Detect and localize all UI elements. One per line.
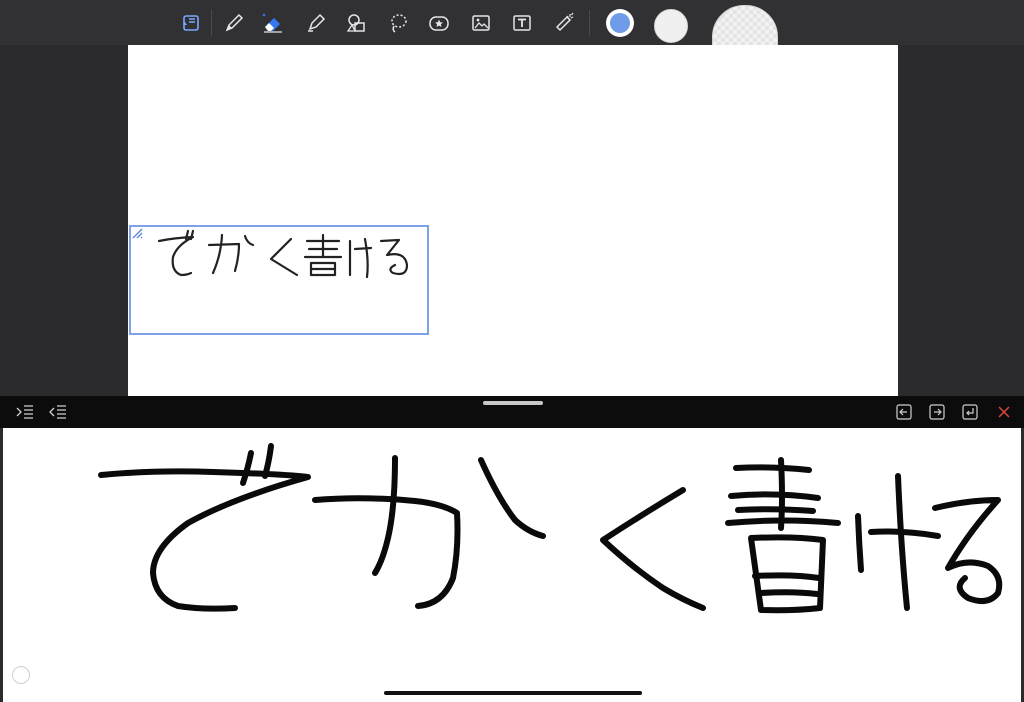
resize-handle-icon[interactable]	[131, 227, 143, 239]
text-box[interactable]	[129, 225, 429, 335]
color-swatch-selected[interactable]	[606, 9, 634, 37]
cursor-right-icon[interactable]	[928, 403, 946, 421]
text-box-ink	[157, 229, 409, 279]
laser-pointer-icon[interactable]	[549, 8, 579, 38]
close-icon[interactable]	[995, 403, 1013, 421]
handwriting-ink	[98, 443, 1003, 614]
color-swatch-fill	[610, 13, 630, 33]
home-indicator	[384, 691, 642, 695]
shapes-icon[interactable]	[342, 8, 372, 38]
document-page[interactable]	[128, 45, 898, 397]
sticker-icon[interactable]	[424, 8, 454, 38]
indent-icon[interactable]	[16, 403, 34, 421]
return-icon[interactable]	[961, 403, 979, 421]
cursor-left-icon[interactable]	[895, 403, 913, 421]
lasso-icon[interactable]	[383, 8, 413, 38]
toolbar	[0, 0, 1024, 47]
stroke-size-small[interactable]	[654, 9, 688, 43]
highlighter-icon[interactable]	[301, 8, 331, 38]
page-layout-icon[interactable]	[177, 8, 207, 38]
palm-rejection-toggle[interactable]	[12, 666, 30, 684]
panel-grabber[interactable]	[483, 401, 543, 405]
toolbar-divider	[211, 10, 212, 36]
handwriting-canvas[interactable]	[3, 428, 1021, 702]
pen-icon[interactable]	[219, 8, 249, 38]
handwriting-panel-header	[0, 396, 1024, 428]
text-box-icon[interactable]	[507, 8, 537, 38]
image-icon[interactable]	[466, 8, 496, 38]
toolbar-divider	[589, 10, 590, 36]
outdent-icon[interactable]	[49, 403, 67, 421]
stroke-size-large[interactable]	[712, 5, 778, 47]
eraser-icon[interactable]	[258, 8, 288, 38]
